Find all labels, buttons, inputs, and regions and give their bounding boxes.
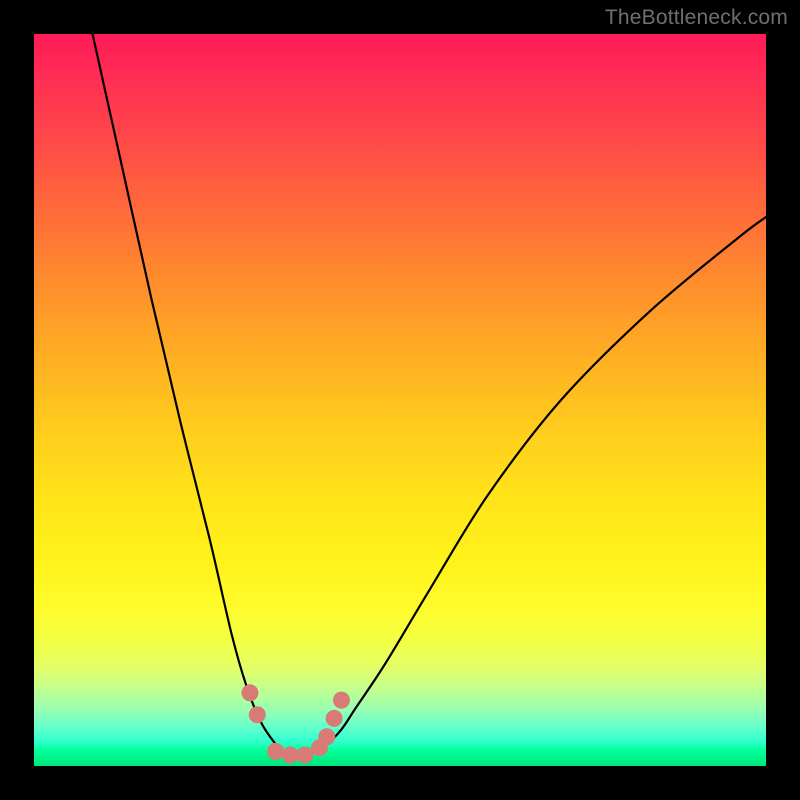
- watermark-text: TheBottleneck.com: [605, 6, 788, 30]
- marker-dot: [249, 706, 266, 723]
- marker-dot: [333, 692, 350, 709]
- marker-dot: [241, 684, 258, 701]
- curve-layer: [34, 34, 766, 766]
- marker-dot: [326, 710, 343, 727]
- marker-dot: [296, 747, 313, 764]
- marker-dot: [282, 747, 299, 764]
- highlight-markers: [241, 684, 350, 763]
- plot-area: [34, 34, 766, 766]
- marker-dot: [267, 743, 284, 760]
- marker-dot: [318, 728, 335, 745]
- chart-frame: TheBottleneck.com: [0, 0, 800, 800]
- bottleneck-curve: [93, 34, 766, 755]
